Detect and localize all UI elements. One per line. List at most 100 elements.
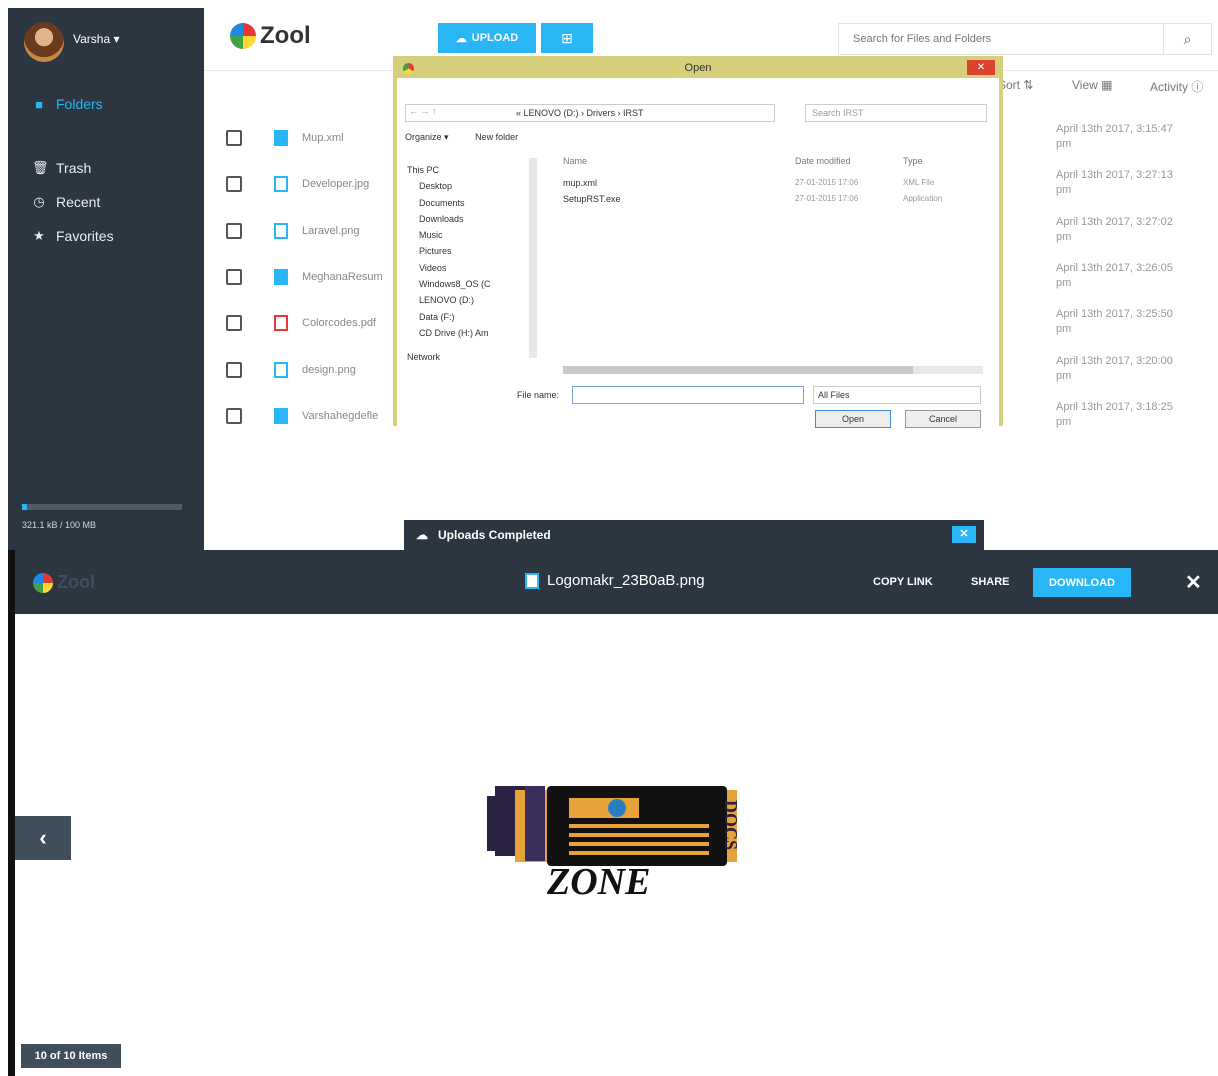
file-checkbox[interactable] <box>226 361 242 378</box>
sidebar-item-favorites[interactable]: ★ Favorites <box>32 228 114 244</box>
image-file-icon <box>274 361 288 378</box>
storage-text: 321.1 kB / 100 MB <box>22 520 97 530</box>
file-date: April 13th 2017, 3:26:05 pm <box>1056 261 1206 291</box>
tree-item[interactable]: Downloads <box>407 211 527 227</box>
item-counter: 10 of 10 Items <box>21 1044 121 1068</box>
logo-mark-icon <box>33 572 53 593</box>
file-date-ampm: pm <box>1056 230 1072 243</box>
image-file-icon <box>274 222 288 239</box>
sidebar-item-recent[interactable]: ◷ Recent <box>32 194 100 210</box>
dialog-file-entry[interactable]: SetupRST.exe <box>563 194 621 204</box>
cancel-button[interactable]: Cancel <box>905 410 981 428</box>
file-name[interactable]: Developer.jpg <box>302 178 392 190</box>
preview-word-zone: ZONE <box>546 861 650 903</box>
file-date-ampm: pm <box>1056 184 1072 197</box>
new-folder-dialog-button[interactable]: New folder <box>475 132 518 142</box>
dialog-close-button[interactable]: ✕ <box>967 60 995 75</box>
file-date-ampm: pm <box>1056 323 1072 336</box>
tree-item[interactable]: Videos <box>407 260 527 276</box>
folder-icon: ■ <box>35 96 43 112</box>
organize-button[interactable]: Organize ▾ <box>405 132 449 142</box>
file-name[interactable]: Laravel.png <box>302 225 392 237</box>
column-type[interactable]: Type <box>903 156 923 166</box>
search-input[interactable] <box>839 24 1163 54</box>
sidebar-item-label: Trash <box>56 160 92 176</box>
column-name[interactable]: Name <box>563 156 587 166</box>
sidebar-item-trash[interactable]: 🗑 Trash <box>32 160 91 176</box>
avatar[interactable] <box>24 22 64 62</box>
activity-label: Activity <box>1150 80 1189 94</box>
dialog-file-entry[interactable]: mup.xml <box>563 178 597 188</box>
sort-button[interactable]: Sort ⇅ <box>998 78 1033 92</box>
file-date-text: April 13th 2017, 3:18:25 <box>1056 400 1173 413</box>
copy-link-button[interactable]: COPY LINK <box>873 576 933 588</box>
open-button[interactable]: Open <box>815 410 891 428</box>
file-row[interactable]: Mup.xml <box>226 123 406 153</box>
cloud-upload-icon: ☁ <box>416 528 428 542</box>
file-row[interactable]: Laravel.png <box>226 216 406 246</box>
new-folder-button[interactable]: ⊞ <box>541 23 593 53</box>
tree-item[interactable]: This PC <box>407 162 527 178</box>
tree-item[interactable]: Windows8_OS (C <box>407 276 527 292</box>
sidebar-item-label: Favorites <box>56 228 114 244</box>
image-file-icon <box>274 176 288 193</box>
file-checkbox[interactable] <box>226 268 242 285</box>
previous-button[interactable]: ‹ <box>15 816 71 860</box>
file-date: April 13th 2017, 3:20:00 pm <box>1056 354 1206 384</box>
info-icon: ⓘ <box>1191 80 1204 94</box>
horizontal-scrollbar[interactable] <box>563 366 983 374</box>
file-row[interactable]: Colorcodes.pdf <box>226 308 406 338</box>
chevron-left-icon: ‹ <box>39 825 47 850</box>
file-row[interactable]: MeghanaResum <box>226 262 406 292</box>
file-checkbox[interactable] <box>226 130 242 146</box>
file-name-input[interactable] <box>572 386 804 404</box>
tree-item[interactable]: Documents <box>407 195 527 211</box>
address-bar[interactable]: « LENOVO (D:) › Drivers › IRST <box>405 104 775 122</box>
tree-item[interactable]: LENOVO (D:) <box>407 292 527 308</box>
tree-item[interactable]: Network <box>407 349 527 365</box>
user-menu[interactable]: Varsha ▾ <box>73 32 120 46</box>
close-icon[interactable]: ✕ <box>1185 570 1202 595</box>
tree-item[interactable]: Music <box>407 227 527 243</box>
tree-item[interactable]: Desktop <box>407 178 527 194</box>
tree-item[interactable]: Pictures <box>407 243 527 259</box>
viewer-header: Zool Logomakr_23B0aB.png COPY LINK SHARE… <box>15 550 1218 614</box>
file-date: April 13th 2017, 3:18:25 pm <box>1056 400 1206 430</box>
view-button[interactable]: View ▦ <box>1072 78 1112 92</box>
column-date[interactable]: Date modified <box>795 156 851 166</box>
tree-item[interactable]: CD Drive (H:) Am <box>407 325 527 341</box>
file-type-select[interactable]: All Files <box>813 386 981 404</box>
app-logo[interactable]: Zool <box>230 22 311 50</box>
file-name[interactable]: Colorcodes.pdf <box>302 317 392 329</box>
document-file-icon <box>274 407 288 424</box>
trash-icon: 🗑 <box>32 160 49 175</box>
download-button[interactable]: DOWNLOAD <box>1033 568 1131 597</box>
sidebar-item-folders[interactable]: ■ Folders <box>32 96 103 112</box>
sidebar: Varsha ▾ ■ Folders 🗑 Trash ◷ Recent ★ Fa… <box>8 8 204 550</box>
image-file-icon <box>525 572 539 589</box>
file-name[interactable]: MeghanaResum <box>302 271 392 283</box>
tree-item[interactable]: Data (F:) <box>407 309 527 325</box>
dialog-title: Open <box>684 62 712 74</box>
upload-bar-close-button[interactable]: ✕ <box>952 526 976 543</box>
activity-button[interactable]: Activity ⓘ <box>1150 78 1203 95</box>
search-button[interactable]: ⌕ <box>1163 24 1211 54</box>
file-checkbox[interactable] <box>226 176 242 193</box>
tree-scrollbar[interactable] <box>529 158 537 358</box>
file-name[interactable]: design.png <box>302 364 392 376</box>
file-row[interactable]: design.png <box>226 355 406 385</box>
file-checkbox[interactable] <box>226 315 242 332</box>
sidebar-item-label: Folders <box>56 96 103 112</box>
dialog-search-input[interactable]: Search IRST <box>805 104 987 122</box>
file-checkbox[interactable] <box>226 222 242 239</box>
file-row[interactable]: Developer.jpg <box>226 169 406 199</box>
upload-button[interactable]: ☁ UPLOAD <box>438 23 536 53</box>
viewer-logo[interactable]: Zool <box>33 572 95 593</box>
file-date-ampm: pm <box>1056 415 1072 428</box>
file-row[interactable]: Varshahegdefle <box>226 401 406 431</box>
file-name[interactable]: Mup.xml <box>302 132 392 144</box>
share-button[interactable]: SHARE <box>971 576 1010 588</box>
open-file-dialog: Open ✕ ← → ↑ « LENOVO (D:) › Drivers › I… <box>393 56 1003 440</box>
file-checkbox[interactable] <box>226 407 242 424</box>
file-name[interactable]: Varshahegdefle <box>302 410 392 422</box>
